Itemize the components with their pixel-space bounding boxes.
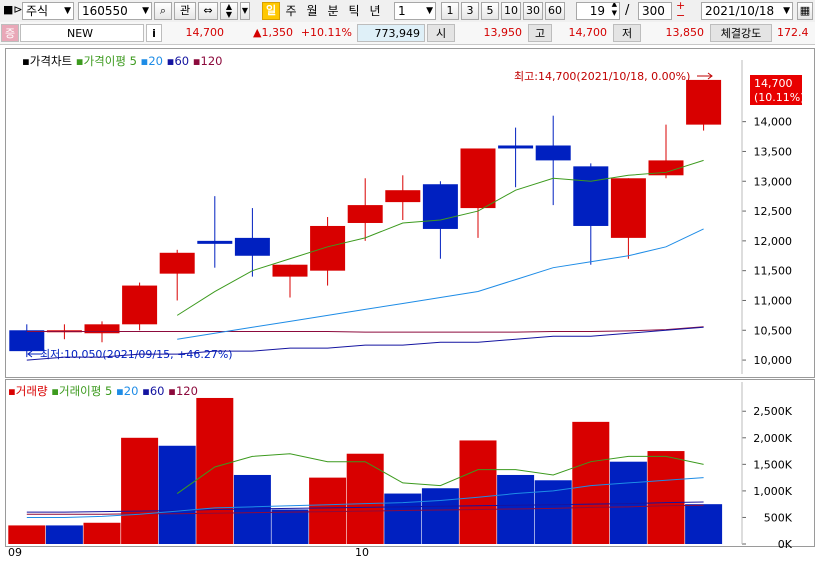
candle-body xyxy=(122,285,158,325)
max-note: 최고:14,700(2021/10/18, 0.00%) xyxy=(514,70,690,83)
price-y-tick-label: 12,000 xyxy=(754,235,793,248)
price-y-tick-label: 13,500 xyxy=(754,145,793,158)
candle-body xyxy=(347,205,383,223)
x-label-sep: 09 xyxy=(8,546,22,559)
candle-body xyxy=(573,166,609,226)
price-y-tick-label: 14,000 xyxy=(754,116,793,129)
volume-ma20-label: 20 xyxy=(123,384,139,398)
price-y-tick-label: 11,000 xyxy=(754,294,793,307)
candle-body xyxy=(310,225,346,271)
volume-legend: ▪거래량 ▪거래이평 5 ▪20 ▪60 ▪120 xyxy=(8,384,198,398)
volume-chart-panel[interactable] xyxy=(5,379,815,547)
candle-body xyxy=(422,184,458,229)
candle-body xyxy=(498,145,534,149)
candle-body xyxy=(197,240,233,244)
price-y-tick-label: 10,000 xyxy=(754,354,793,367)
last-price-label: 14,700 xyxy=(754,77,793,90)
volume-ma120-label: 120 xyxy=(175,384,198,398)
x-label-oct: 10 xyxy=(355,546,369,559)
candle-body xyxy=(234,237,270,256)
candle-body xyxy=(460,148,496,209)
candle-body xyxy=(9,330,45,352)
price-y-tick-label: 11,500 xyxy=(754,265,793,278)
price-y-tick-label: 12,500 xyxy=(754,205,793,218)
last-change-label: (10.11%) xyxy=(754,91,805,104)
price-ma120-line xyxy=(26,326,704,333)
candle-body xyxy=(610,178,646,238)
price-y-tick-label: 13,000 xyxy=(754,175,793,188)
candle-body xyxy=(535,145,571,161)
candle-body xyxy=(272,264,308,277)
volume-ma-title: 거래이평 xyxy=(59,384,102,398)
candle-body xyxy=(385,190,421,203)
candle-body xyxy=(686,79,722,125)
volume-ma60-label: 60 xyxy=(149,384,165,398)
price-y-tick-label: 10,500 xyxy=(754,324,793,337)
volume-ma5-label: 5 xyxy=(104,384,113,398)
volume-panel-title: 거래량 xyxy=(15,384,48,398)
candle-body xyxy=(159,252,195,274)
